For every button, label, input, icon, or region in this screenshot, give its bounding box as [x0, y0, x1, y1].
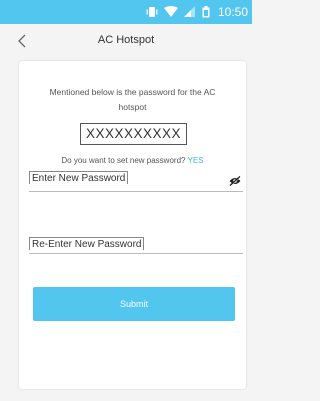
vibrate-icon — [146, 7, 158, 17]
page-title: AC Hotspot — [97, 34, 155, 46]
reenter-password-field[interactable]: Re-Enter New Password — [29, 231, 243, 254]
eye-off-icon[interactable] — [229, 173, 241, 187]
reenter-password-placeholder: Re-Enter New Password — [29, 237, 145, 250]
wifi-icon — [163, 6, 178, 17]
status-time: 10:50 — [217, 5, 248, 19]
status-bar: 10:50 — [0, 0, 252, 24]
set-new-password-prompt: Do you want to set new password? YES — [19, 156, 246, 165]
app-bar: AC Hotspot — [0, 24, 252, 60]
signal-icon — [183, 6, 195, 17]
yes-link[interactable]: YES — [188, 156, 204, 165]
question-text: Do you want to set new password? — [61, 156, 186, 165]
new-password-placeholder: Enter New Password — [29, 171, 129, 184]
submit-button[interactable]: Submit — [33, 287, 235, 321]
password-card: Mentioned below is the password for the … — [19, 61, 246, 389]
new-password-field[interactable]: Enter New Password — [29, 169, 243, 192]
current-password-value: XXXXXXXXXX — [80, 123, 187, 145]
battery-icon — [202, 6, 210, 18]
intro-text: Mentioned below is the password for the … — [49, 87, 216, 112]
